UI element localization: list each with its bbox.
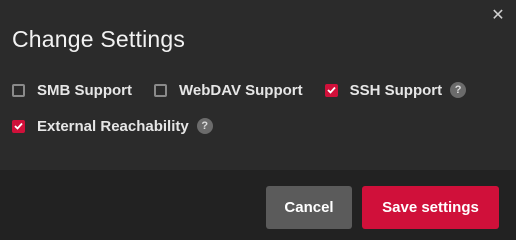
checkbox-ssh-support[interactable] (324, 83, 338, 97)
option-label: External Reachability (37, 117, 189, 135)
settings-options: SMB Support WebDAV Support SSH Support ? (12, 78, 504, 150)
options-row-2: External Reachability ? (12, 114, 504, 138)
close-icon[interactable]: ✕ (490, 8, 506, 24)
save-settings-button[interactable]: Save settings (362, 186, 499, 229)
option-label: SMB Support (37, 81, 132, 99)
check-icon (326, 86, 336, 94)
checkbox-webdav-support[interactable] (154, 83, 167, 97)
option-label: WebDAV Support (179, 81, 303, 99)
checkbox-smb-support[interactable] (12, 83, 25, 97)
help-icon[interactable]: ? (196, 118, 213, 134)
option-label: SSH Support (349, 81, 443, 99)
dialog-footer: Cancel Save settings (0, 170, 516, 240)
dialog-title: Change Settings (12, 26, 186, 52)
options-row-1: SMB Support WebDAV Support SSH Support ? (12, 78, 504, 102)
option-ssh-support[interactable]: SSH Support ? (324, 81, 467, 99)
cancel-button[interactable]: Cancel (266, 186, 352, 229)
checkbox-external-reachability[interactable] (12, 119, 25, 133)
change-settings-dialog: ✕ Change Settings SMB Support WebDAV Sup… (0, 0, 516, 240)
check-icon (14, 122, 23, 130)
help-icon[interactable]: ? (450, 82, 467, 98)
option-webdav-support[interactable]: WebDAV Support (154, 82, 303, 99)
option-smb-support[interactable]: SMB Support (12, 82, 132, 99)
option-external-reachability[interactable]: External Reachability ? (12, 118, 213, 135)
